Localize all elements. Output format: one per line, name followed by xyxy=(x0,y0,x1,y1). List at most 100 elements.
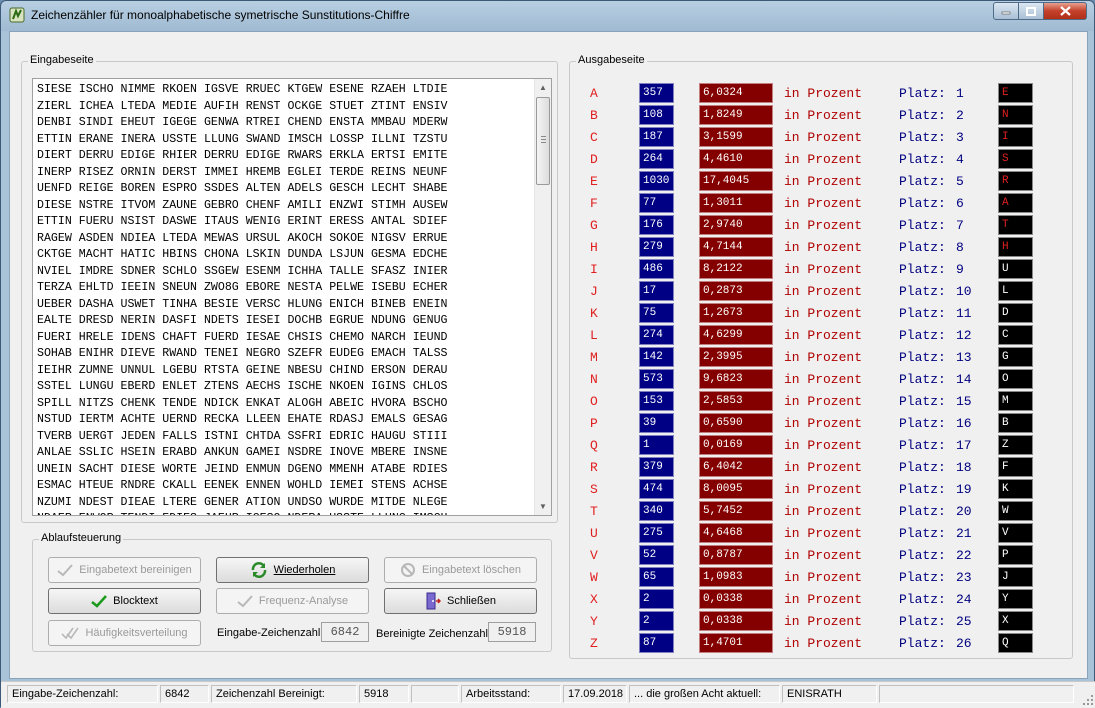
rank-label: Platz: xyxy=(899,306,946,321)
letter-percent: 5,7452 xyxy=(699,501,773,521)
letter-count: 39 xyxy=(639,413,674,433)
rank-value: 18 xyxy=(956,460,972,475)
rank-label: Platz: xyxy=(899,130,946,145)
rank-label: Platz: xyxy=(899,350,946,365)
letter-percent: 0,6590 xyxy=(699,413,773,433)
cipher-letter: O xyxy=(590,394,598,409)
letter-percent: 4,4610 xyxy=(699,149,773,169)
letter-count: 573 xyxy=(639,369,674,389)
status-clean-value: 5918 xyxy=(359,685,409,703)
letter-count: 340 xyxy=(639,501,674,521)
rank-value: 6 xyxy=(956,196,964,211)
letter-count: 1030 xyxy=(639,171,674,191)
rank-value: 26 xyxy=(956,636,972,651)
substitution-letter: H xyxy=(998,237,1033,257)
letter-count: 274 xyxy=(639,325,674,345)
letter-percent: 1,2673 xyxy=(699,303,773,323)
rank-label: Platz: xyxy=(899,614,946,629)
rank-label: Platz: xyxy=(899,548,946,563)
substitution-letter: F xyxy=(998,457,1033,477)
letter-percent: 6,0324 xyxy=(699,83,773,103)
in-percent-label: in Prozent xyxy=(784,614,863,629)
letter-percent: 2,5853 xyxy=(699,391,773,411)
frequency-row: S 474 8,0095 in Prozent Platz: 19 K xyxy=(1,479,1094,501)
rank-value: 1 xyxy=(956,86,964,101)
letter-count: 153 xyxy=(639,391,674,411)
substitution-letter: R xyxy=(998,171,1033,191)
close-icon xyxy=(1059,6,1071,16)
rank-label: Platz: xyxy=(899,218,946,233)
cipher-letter: W xyxy=(590,570,598,585)
frequency-row: G 176 2,9740 in Prozent Platz: 7 T xyxy=(1,215,1094,237)
letter-percent: 1,8249 xyxy=(699,105,773,125)
frequency-row: Q 1 0,0169 in Prozent Platz: 17 Z xyxy=(1,435,1094,457)
rank-value: 15 xyxy=(956,394,972,409)
letter-count: 77 xyxy=(639,193,674,213)
letter-percent: 3,1599 xyxy=(699,127,773,147)
letter-count: 474 xyxy=(639,479,674,499)
rank-value: 19 xyxy=(956,482,972,497)
in-percent-label: in Prozent xyxy=(784,152,863,167)
frequency-row: B 108 1,8249 in Prozent Platz: 2 N xyxy=(1,105,1094,127)
letter-percent: 8,2122 xyxy=(699,259,773,279)
frequency-row: M 142 2,3995 in Prozent Platz: 13 G xyxy=(1,347,1094,369)
close-window-button[interactable] xyxy=(1044,2,1087,20)
app-window: Zeichenzähler für monoalphabetische syme… xyxy=(0,0,1095,708)
letter-percent: 9,6823 xyxy=(699,369,773,389)
substitution-letter: U xyxy=(998,259,1033,279)
letter-percent: 2,9740 xyxy=(699,215,773,235)
letter-count: 75 xyxy=(639,303,674,323)
status-eight-value: ENISRATH xyxy=(782,685,877,703)
cipher-letter: R xyxy=(590,460,598,475)
substitution-letter: D xyxy=(998,303,1033,323)
in-percent-label: in Prozent xyxy=(784,262,863,277)
in-percent-label: in Prozent xyxy=(784,240,863,255)
rank-value: 17 xyxy=(956,438,972,453)
rank-value: 2 xyxy=(956,108,964,123)
resize-grip-icon[interactable] xyxy=(1082,694,1094,706)
rank-value: 5 xyxy=(956,174,964,189)
minimize-button[interactable] xyxy=(993,2,1019,20)
status-input-value: 6842 xyxy=(160,685,209,703)
cipher-letter: G xyxy=(590,218,598,233)
letter-count: 108 xyxy=(639,105,674,125)
app-icon xyxy=(9,7,25,23)
cipher-letter: B xyxy=(590,108,598,123)
frequency-row: V 52 0,8787 in Prozent Platz: 22 P xyxy=(1,545,1094,567)
rank-value: 11 xyxy=(956,306,972,321)
letter-percent: 8,0095 xyxy=(699,479,773,499)
rank-label: Platz: xyxy=(899,438,946,453)
rank-value: 21 xyxy=(956,526,972,541)
letter-count: 1 xyxy=(639,435,674,455)
status-work-date: 17.09.2018 xyxy=(563,685,627,703)
in-percent-label: in Prozent xyxy=(784,482,863,497)
letter-count: 187 xyxy=(639,127,674,147)
substitution-letter: K xyxy=(998,479,1033,499)
rank-value: 4 xyxy=(956,152,964,167)
rank-label: Platz: xyxy=(899,394,946,409)
status-spacer xyxy=(411,685,459,703)
substitution-letter: I xyxy=(998,127,1033,147)
cipher-letter: D xyxy=(590,152,598,167)
status-bar: Eingabe-Zeichenzahl: 6842 Zeichenzahl Be… xyxy=(1,681,1095,708)
rank-value: 13 xyxy=(956,350,972,365)
frequency-row: W 65 1,0983 in Prozent Platz: 23 J xyxy=(1,567,1094,589)
frequency-row: P 39 0,6590 in Prozent Platz: 16 B xyxy=(1,413,1094,435)
in-percent-label: in Prozent xyxy=(784,350,863,365)
letter-count: 264 xyxy=(639,149,674,169)
substitution-letter: X xyxy=(998,611,1033,631)
letter-count: 357 xyxy=(639,83,674,103)
rank-label: Platz: xyxy=(899,636,946,651)
rank-value: 3 xyxy=(956,130,964,145)
letter-percent: 1,0983 xyxy=(699,567,773,587)
in-percent-label: in Prozent xyxy=(784,570,863,585)
in-percent-label: in Prozent xyxy=(784,636,863,651)
letter-percent: 4,6299 xyxy=(699,325,773,345)
letter-percent: 0,0169 xyxy=(699,435,773,455)
title-bar[interactable]: Zeichenzähler für monoalphabetische syme… xyxy=(1,1,1094,31)
maximize-button[interactable] xyxy=(1019,2,1044,20)
window-title: Zeichenzähler für monoalphabetische syme… xyxy=(31,8,410,22)
substitution-letter: G xyxy=(998,347,1033,367)
substitution-letter: Q xyxy=(998,633,1033,653)
substitution-letter: Z xyxy=(998,435,1033,455)
